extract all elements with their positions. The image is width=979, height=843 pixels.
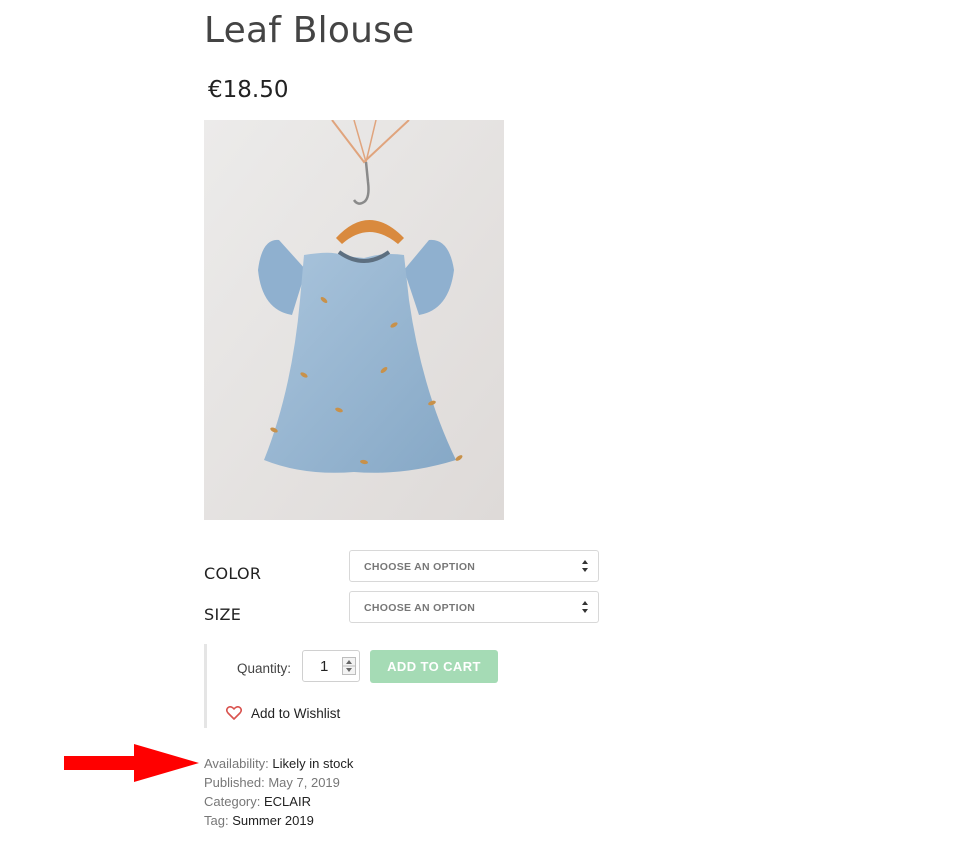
category-label: Category: <box>204 794 261 809</box>
quantity-input[interactable]: 1 <box>302 650 360 682</box>
select-arrows-icon <box>582 560 588 572</box>
add-to-wishlist-link[interactable]: Add to Wishlist <box>226 704 340 722</box>
quantity-label: Quantity: <box>237 661 292 676</box>
quantity-stepper[interactable] <box>342 657 356 675</box>
tag-link[interactable]: Summer 2019 <box>232 813 314 828</box>
add-to-cart-button[interactable]: ADD TO CART <box>370 650 498 683</box>
select-arrows-icon <box>582 601 588 613</box>
product-title: Leaf Blouse <box>204 10 415 51</box>
size-select[interactable]: CHOOSE AN OPTION <box>349 591 599 623</box>
availability-row: Availability: Likely in stock <box>204 756 353 771</box>
product-price: €18.50 <box>208 77 289 103</box>
size-select-value: CHOOSE AN OPTION <box>364 602 476 614</box>
color-select[interactable]: CHOOSE AN OPTION <box>349 550 599 582</box>
category-link[interactable]: ECLAIR <box>264 794 311 809</box>
heart-outline-icon <box>226 706 242 720</box>
size-label: SIZE <box>204 605 242 624</box>
cart-section-border <box>204 644 207 728</box>
quantity-value: 1 <box>320 658 329 675</box>
published-value: May 7, 2019 <box>268 775 340 790</box>
availability-value: Likely in stock <box>272 756 354 771</box>
category-row: Category: ECLAIR <box>204 794 311 809</box>
blouse-illustration <box>204 120 504 520</box>
published-label: Published: <box>204 775 265 790</box>
product-image[interactable] <box>204 120 504 520</box>
availability-label: Availability: <box>204 756 269 771</box>
red-arrow-icon <box>64 744 199 782</box>
published-row: Published: May 7, 2019 <box>204 775 340 790</box>
tag-label: Tag: <box>204 813 229 828</box>
tag-row: Tag: Summer 2019 <box>204 813 314 828</box>
wishlist-label: Add to Wishlist <box>251 705 341 721</box>
color-label: COLOR <box>204 564 262 583</box>
stepper-arrows-icon <box>343 660 355 672</box>
color-select-value: CHOOSE AN OPTION <box>364 561 476 573</box>
